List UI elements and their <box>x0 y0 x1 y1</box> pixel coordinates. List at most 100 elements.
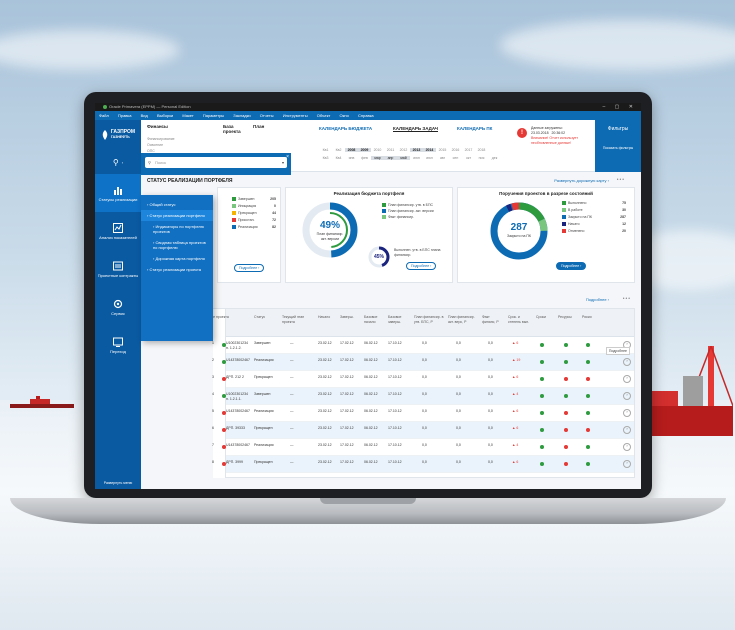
table-row[interactable]: 4U1002301234 п. 1.2.1.1.Уловите свое рук… <box>212 388 634 405</box>
th-end[interactable]: Заверш. <box>340 315 360 320</box>
table-row[interactable]: 1U1002301234 п. 1.2.1.2.Уловите свое рук… <box>212 337 634 354</box>
app-screen: Oracle Primavera (EPPM) — Personal Editi… <box>95 103 641 489</box>
menu-layout[interactable]: Макет <box>182 113 193 118</box>
menu-help[interactable]: Справка <box>358 113 374 118</box>
year-option[interactable]: 2017 <box>462 148 475 152</box>
month-option[interactable]: Кв4 <box>332 156 345 160</box>
sidebar-item-service[interactable]: Сервис <box>95 288 141 326</box>
more-button[interactable]: Подробнее › <box>556 262 587 270</box>
more-button[interactable]: Подробнее › <box>406 262 437 270</box>
month-option[interactable]: окт <box>462 156 475 160</box>
states-center-label: Закрыто на ПК <box>507 234 531 238</box>
submenu-item-general[interactable]: › Общий статус <box>141 199 213 210</box>
row-fact: 0,0 <box>488 409 493 413</box>
year-option[interactable]: 2016 <box>449 148 462 152</box>
tab-calendar-budget[interactable]: КАЛЕНДАРЬ БЮДЖЕТА <box>319 126 372 131</box>
th-plan-bps[interactable]: План финансир. в утв. БПС, Р <box>414 315 444 324</box>
th-risks[interactable]: Риски <box>582 315 598 320</box>
sidebar-item-status[interactable]: Статусы реализации <box>95 174 141 212</box>
chevron-right-icon[interactable]: › <box>623 409 631 417</box>
month-option[interactable]: фев <box>358 156 371 160</box>
year-option[interactable]: 2012 <box>397 148 410 152</box>
more-button[interactable]: Подробнее › <box>234 264 265 272</box>
table-row[interactable]: 5U14378002467Уловите свое руки мощные вд… <box>212 405 634 422</box>
table-row[interactable]: 3ДРП. 212 2Уловите свое руки мощные вдох… <box>212 371 634 388</box>
menu-view[interactable]: Вид <box>141 113 148 118</box>
year-option[interactable]: 2010 <box>371 148 384 152</box>
chevron-right-icon[interactable]: › <box>623 375 631 383</box>
sidebar-search[interactable]: ⚲ › <box>95 150 141 174</box>
expand-roadmap-link[interactable]: Развернуть дорожную карту › <box>554 178 609 183</box>
th-terms[interactable]: Сроки <box>536 315 552 320</box>
month-option[interactable]: авг <box>436 156 449 160</box>
submenu-item-roadmap[interactable]: › Дорожная карта портфеля <box>141 253 213 264</box>
menu-reports[interactable]: Отчеты <box>260 113 274 118</box>
table-row[interactable]: 8ДРП. 3999Уловите свое руки мощные вдохн… <box>212 456 634 473</box>
chevron-right-icon[interactable]: › <box>623 426 631 434</box>
th-status[interactable]: Статус <box>254 315 278 320</box>
table-row[interactable]: 6ДРП. 39333Уловите свое руки мощные вдох… <box>212 422 634 439</box>
menu-file[interactable]: Файл <box>99 113 109 118</box>
window-controls[interactable]: – ▢ ✕ <box>603 103 637 111</box>
year-option[interactable]: 2015 <box>436 148 449 152</box>
th-start[interactable]: Начало <box>318 315 338 320</box>
chevron-right-icon[interactable]: › <box>623 460 631 468</box>
th-fact[interactable]: Факт финанс, Р <box>482 315 504 324</box>
submenu-item-indicators[interactable]: › Индикаторы по портфелю проектов <box>141 221 213 237</box>
sidebar-item-analysis[interactable]: Анализ показателей <box>95 212 141 250</box>
table-row[interactable]: 7U14378002467Уловите свое руки мощные вд… <box>212 439 634 456</box>
th-plan-act[interactable]: План финансир. акт. верс, Р <box>448 315 478 324</box>
year-option[interactable]: 2011 <box>384 148 397 152</box>
month-option[interactable]: июл <box>423 156 436 160</box>
month-option[interactable]: апр <box>384 156 397 160</box>
month-option[interactable]: мар <box>371 156 384 160</box>
menu-tools[interactable]: Инструменты <box>283 113 308 118</box>
table-row[interactable]: 2U14378002467Уловите свое руки мощные вд… <box>212 354 634 371</box>
month-option[interactable]: ноя <box>475 156 488 160</box>
month-option[interactable]: сен <box>449 156 462 160</box>
search-icon[interactable]: ⚲ <box>113 158 119 167</box>
sidebar-item-transfer[interactable]: Переход <box>95 326 141 364</box>
table-more-link[interactable]: Подробнее › <box>586 297 609 302</box>
tab-calendar-pk[interactable]: КАЛЕНДАРЬ ПК <box>457 126 492 131</box>
th-resources[interactable]: Ресурсы <box>558 315 578 320</box>
menu-window[interactable]: Окно <box>340 113 349 118</box>
more-options-icon[interactable]: ••• <box>623 296 631 302</box>
year-option[interactable]: Кв1 <box>319 148 332 152</box>
year-option[interactable]: 2013 <box>410 148 423 152</box>
chevron-right-icon[interactable]: › <box>623 392 631 400</box>
menu-edit[interactable]: Правка <box>118 113 132 118</box>
filters-button[interactable]: Фильтры Показать фильтры <box>595 120 641 172</box>
chevron-right-icon[interactable]: › <box>623 358 631 366</box>
menu-bookmarks[interactable]: Закладки <box>233 113 250 118</box>
year-option[interactable]: 2018 <box>475 148 488 152</box>
th-deadline[interactable]: Срок. и степень вып. <box>508 315 532 324</box>
month-option[interactable]: дек <box>488 156 501 160</box>
year-option[interactable]: 2014 <box>423 148 436 152</box>
year-option[interactable]: Кв2 <box>332 148 345 152</box>
menu-params[interactable]: Параметры <box>203 113 224 118</box>
year-option[interactable]: 2009 <box>358 148 371 152</box>
month-option[interactable]: Кв3 <box>319 156 332 160</box>
close-icon[interactable]: × <box>286 154 289 160</box>
sidebar-item-contracts[interactable]: Проектные контракты <box>95 250 141 288</box>
more-options-icon[interactable]: ••• <box>617 177 625 183</box>
submenu-item-portfolio-status[interactable]: › Статус реализации портфеля <box>141 210 213 221</box>
month-option[interactable]: май <box>397 156 410 160</box>
th-base-end[interactable]: Базовое заверш. <box>388 315 408 324</box>
logo-line2: ГАЗНЕФТЬ <box>110 135 130 139</box>
month-option[interactable]: июн <box>410 156 423 160</box>
submenu-item-summary-table[interactable]: › Сводная таблица проектов по портфелю <box>141 237 213 253</box>
tab-calendar-tasks[interactable]: КАЛЕНДАРЬ ЗАДАЧ <box>393 126 438 132</box>
year-option[interactable]: 2008 <box>345 148 358 152</box>
expand-menu-button[interactable]: Развернуть меню <box>95 481 141 485</box>
chevron-down-icon[interactable]: ▾ <box>282 157 284 168</box>
th-base-start[interactable]: Базовое начало <box>364 315 384 324</box>
menu-object[interactable]: Объект <box>317 113 331 118</box>
th-stage[interactable]: Текущий этап проекта <box>282 315 306 324</box>
submenu-item-project-status[interactable]: › Статус реализации проекта <box>141 264 213 275</box>
search-input[interactable]: ⚲ Поиск ▾ <box>145 157 287 168</box>
menu-selections[interactable]: Выборки <box>157 113 173 118</box>
month-option[interactable]: янв <box>345 156 358 160</box>
chevron-right-icon[interactable]: › <box>623 443 631 451</box>
